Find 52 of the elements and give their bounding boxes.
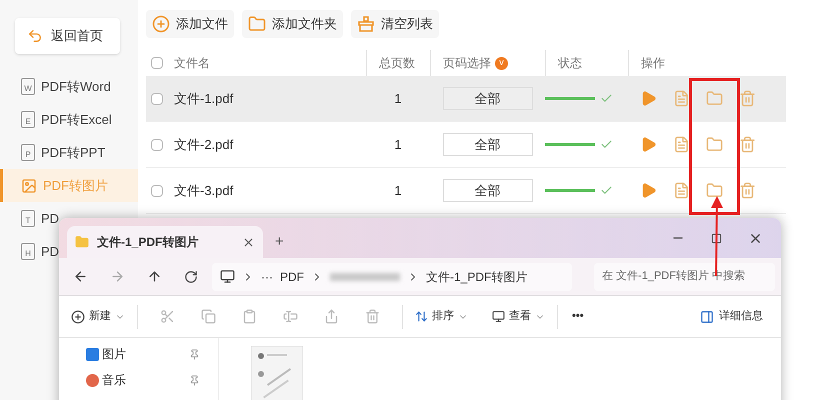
address-bar[interactable]: ··· PDF 文件-1_PDF转图片: [212, 262, 572, 290]
sidebar-item[interactable]: W PDF转Word: [0, 70, 111, 103]
file-name: 文件-1.pdf: [174, 90, 234, 106]
page-select-field[interactable]: 全部: [442, 179, 532, 202]
column-header: 文件名: [174, 55, 210, 72]
column-header: 页码选择: [443, 55, 491, 72]
explorer-tab[interactable]: 文件-1_PDF转图片: [67, 226, 263, 258]
sidebar-item[interactable]: P PDF转PPT: [0, 136, 106, 169]
sidebar-label: PD: [41, 210, 60, 228]
sidebar-label: PDF转Word: [41, 78, 111, 96]
toolbar-button[interactable]: 添加文件夹: [242, 10, 343, 38]
file-icon: W: [21, 78, 35, 95]
nav-item[interactable]: 音乐: [59, 370, 218, 390]
file-icon: H: [21, 243, 35, 260]
sidebar-label: PDF转图片: [43, 176, 108, 195]
page-select-field[interactable]: 全部: [442, 133, 532, 156]
more-button[interactable]: •••: [558, 308, 598, 325]
back-button[interactable]: 返回首页: [15, 18, 120, 54]
sidebar-item[interactable]: E PDF转Excel: [0, 103, 112, 136]
table-row[interactable]: 文件-1.pdf 1 全部: [146, 76, 786, 122]
toolbar-button[interactable]: 添加文件: [146, 10, 234, 38]
sidebar-label: PDF转Excel: [41, 110, 112, 129]
page-select-field[interactable]: 全部: [442, 87, 532, 110]
sidebar-label: PDF转PPT: [41, 144, 106, 162]
nav-label: 音乐: [102, 372, 127, 389]
toolbar-button[interactable]: 清空列表: [351, 10, 439, 38]
column-header: 操作: [641, 55, 665, 72]
details-button[interactable]: 详细信息: [700, 308, 763, 325]
column-header: 总页数: [379, 55, 415, 72]
page-count: 1: [394, 136, 402, 154]
file-name: 文件-2.pdf: [174, 136, 234, 152]
badge: v: [495, 56, 508, 70]
nav-label: 图片: [102, 346, 127, 363]
sort-button[interactable]: 排序: [403, 308, 480, 325]
tab-title: 文件-1_PDF转图片: [97, 234, 200, 251]
page-count: 1: [394, 90, 402, 108]
sidebar-label: PD: [41, 242, 60, 261]
column-header: 状态: [558, 55, 582, 72]
file-icon: E: [21, 111, 35, 128]
file-icon: T: [21, 210, 35, 227]
view-button[interactable]: 查看: [480, 308, 557, 325]
page-count: 1: [394, 182, 402, 200]
sidebar-item[interactable]: T PD: [0, 202, 60, 235]
new-button[interactable]: 新建: [71, 308, 137, 325]
path-segment[interactable]: 文件-1_PDF转图片: [426, 268, 528, 286]
new-tab-button[interactable]: +: [263, 226, 296, 258]
file-name: 文件-3.pdf: [174, 182, 234, 198]
path-segment[interactable]: PDF: [280, 268, 304, 286]
file-icon: P: [21, 144, 35, 161]
nav-item[interactable]: 图片: [59, 344, 218, 364]
path-segment[interactable]: ···: [261, 268, 273, 286]
sidebar-item[interactable]: H PD: [0, 235, 60, 268]
